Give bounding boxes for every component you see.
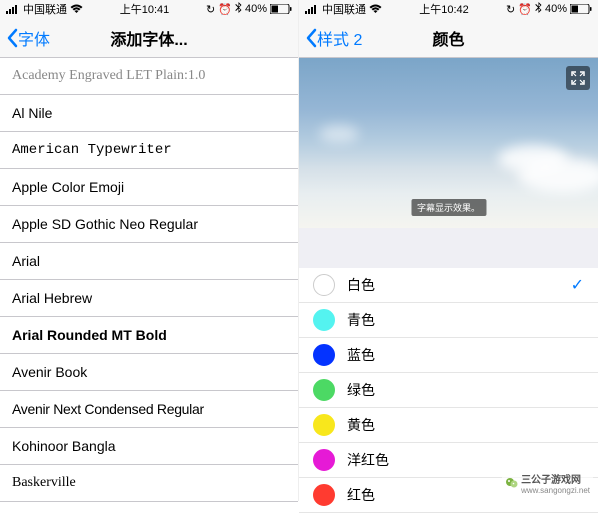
color-label: 蓝色 bbox=[347, 345, 584, 365]
font-item[interactable]: Avenir Book bbox=[0, 354, 298, 391]
font-item[interactable]: Avenir Next Condensed Regular bbox=[0, 391, 298, 428]
section-spacer bbox=[299, 228, 598, 268]
color-swatch bbox=[313, 309, 335, 331]
chevron-left-icon bbox=[6, 28, 18, 48]
color-item[interactable]: 白色✓ bbox=[299, 268, 598, 303]
fullscreen-button[interactable] bbox=[566, 66, 590, 90]
subtitle-preview-text: 字幕显示效果。 bbox=[411, 199, 486, 216]
font-item[interactable]: Arial Hebrew bbox=[0, 280, 298, 317]
bluetooth-icon bbox=[235, 2, 242, 16]
font-item[interactable]: Academy Engraved LET Plain:1.0 bbox=[0, 58, 298, 95]
font-item[interactable]: Kohinoor Bangla bbox=[0, 428, 298, 465]
signal-icon bbox=[305, 4, 319, 14]
color-swatch bbox=[313, 379, 335, 401]
watermark-logo-icon bbox=[505, 476, 519, 490]
color-item[interactable]: 青色 bbox=[299, 303, 598, 338]
color-swatch bbox=[313, 449, 335, 471]
font-list: Academy Engraved LET Plain:1.0Al NileAme… bbox=[0, 58, 298, 502]
fullscreen-icon bbox=[571, 71, 585, 85]
color-item[interactable]: 黄色 bbox=[299, 408, 598, 443]
back-label-left: 字体 bbox=[18, 26, 50, 50]
nav-title-right: 颜色 bbox=[432, 26, 464, 50]
chevron-left-icon bbox=[305, 28, 317, 48]
subtitle-preview: 字幕显示效果。 bbox=[299, 58, 598, 228]
font-item[interactable]: Arial bbox=[0, 243, 298, 280]
color-label: 黄色 bbox=[347, 415, 584, 435]
battery-icon bbox=[570, 4, 592, 14]
back-button-left[interactable]: 字体 bbox=[6, 26, 50, 50]
color-label: 青色 bbox=[347, 310, 584, 330]
font-selection-panel: 中国联通 上午10:41 ↻ ⏰ 40% 字体 bbox=[0, 0, 299, 501]
battery-percent: 40% bbox=[545, 3, 567, 15]
status-bar-left: 中国联通 上午10:41 ↻ ⏰ 40% bbox=[0, 0, 298, 18]
watermark-url: www.sangongzi.net bbox=[521, 486, 590, 495]
sync-icon: ↻ bbox=[506, 3, 515, 16]
checkmark-icon: ✓ bbox=[571, 275, 584, 295]
time-label: 上午10:42 bbox=[419, 1, 469, 17]
time-label: 上午10:41 bbox=[120, 1, 170, 17]
alarm-icon: ⏰ bbox=[218, 3, 232, 16]
nav-bar-left: 字体 添加字体... bbox=[0, 18, 298, 58]
color-swatch bbox=[313, 414, 335, 436]
color-selection-panel: 中国联通 上午10:42 ↻ ⏰ 40% 样式 2 bbox=[299, 0, 598, 501]
watermark-text: 三公子游戏网 bbox=[521, 471, 590, 486]
sync-icon: ↻ bbox=[206, 3, 215, 16]
font-item[interactable]: Baskerville bbox=[0, 465, 298, 502]
carrier-label: 中国联通 bbox=[23, 1, 67, 17]
color-label: 绿色 bbox=[347, 380, 584, 400]
wifi-icon bbox=[369, 4, 382, 14]
color-item[interactable]: 蓝色 bbox=[299, 338, 598, 373]
back-button-right[interactable]: 样式 2 bbox=[305, 26, 362, 50]
battery-percent: 40% bbox=[245, 3, 267, 15]
battery-icon bbox=[270, 4, 292, 14]
alarm-icon: ⏰ bbox=[518, 3, 532, 16]
color-swatch bbox=[313, 274, 335, 296]
color-swatch bbox=[313, 484, 335, 506]
bluetooth-icon bbox=[535, 2, 542, 16]
back-label-right: 样式 2 bbox=[317, 26, 362, 50]
color-item[interactable]: 绿色 bbox=[299, 373, 598, 408]
carrier-label: 中国联通 bbox=[322, 1, 366, 17]
nav-title-left: 添加字体... bbox=[110, 26, 187, 50]
font-item[interactable]: Al Nile bbox=[0, 95, 298, 132]
wifi-icon bbox=[70, 4, 83, 14]
font-item[interactable]: American Typewriter bbox=[0, 132, 298, 169]
font-item[interactable]: Arial Rounded MT Bold bbox=[0, 317, 298, 354]
font-item[interactable]: Apple SD Gothic Neo Regular bbox=[0, 206, 298, 243]
font-item[interactable]: Apple Color Emoji bbox=[0, 169, 298, 206]
watermark: 三公子游戏网 www.sangongzi.net bbox=[502, 470, 593, 496]
color-swatch bbox=[313, 344, 335, 366]
status-bar-right: 中国联通 上午10:42 ↻ ⏰ 40% bbox=[299, 0, 598, 18]
nav-bar-right: 样式 2 颜色 bbox=[299, 18, 598, 58]
color-label: 洋红色 bbox=[347, 450, 584, 470]
color-label: 白色 bbox=[347, 275, 571, 295]
signal-icon bbox=[6, 4, 20, 14]
